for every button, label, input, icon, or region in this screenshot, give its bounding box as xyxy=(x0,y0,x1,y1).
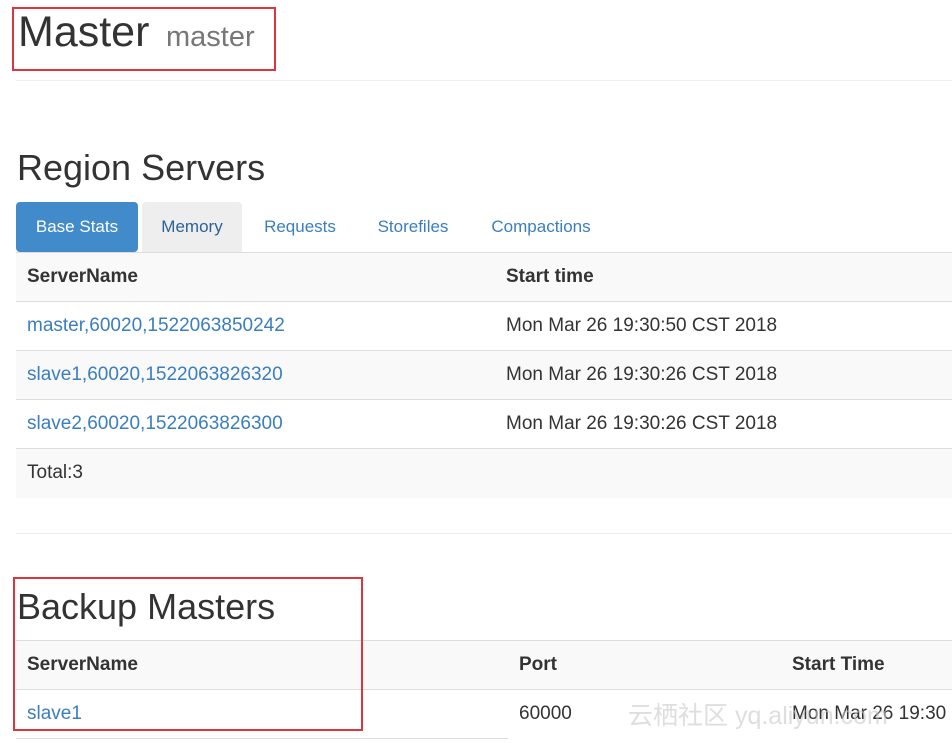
start-time-value: Mon Mar 26 19:30:26 CST 2018 xyxy=(506,364,778,385)
region-servers-heading: Region Servers xyxy=(17,147,266,188)
column-header-start-time: Start time xyxy=(506,266,594,287)
section-divider xyxy=(16,533,952,534)
table-row: master,60020,1522063850242 Mon Mar 26 19… xyxy=(16,301,952,350)
table-total-row: Total:3 xyxy=(16,448,952,498)
table-bottom-border xyxy=(16,738,508,739)
total-count: Total:3 xyxy=(27,462,83,483)
table-row: slave1,60020,1522063826320 Mon Mar 26 19… xyxy=(16,350,952,399)
tab-compactions[interactable]: Compactions xyxy=(474,202,608,252)
tab-storefiles[interactable]: Storefiles xyxy=(362,202,464,252)
column-header-start-time: Start Time xyxy=(792,654,885,675)
region-servers-table: ServerName Start time master,60020,15220… xyxy=(16,252,952,498)
start-time-value: Mon Mar 26 19:30 xyxy=(792,703,947,724)
table-row: slave2,60020,1522063826300 Mon Mar 26 19… xyxy=(16,399,952,448)
hbase-master-status-page: Master master Region Servers Base Stats … xyxy=(0,0,952,743)
tab-requests[interactable]: Requests xyxy=(246,202,354,252)
region-servers-tabs: Base Stats Memory Requests Storefiles Co… xyxy=(16,202,952,252)
column-header-servername: ServerName xyxy=(27,266,138,287)
tab-memory[interactable]: Memory xyxy=(142,202,242,252)
column-header-port: Port xyxy=(519,654,557,675)
table-header-row: ServerName Start time xyxy=(16,252,952,301)
highlight-box-backup-masters xyxy=(13,577,363,731)
highlight-box-header xyxy=(12,7,276,71)
port-value: 60000 xyxy=(519,703,572,724)
server-link[interactable]: master,60020,1522063850242 xyxy=(27,302,285,350)
start-time-value: Mon Mar 26 19:30:50 CST 2018 xyxy=(506,315,778,336)
server-link[interactable]: slave2,60020,1522063826300 xyxy=(27,400,283,448)
start-time-value: Mon Mar 26 19:30:26 CST 2018 xyxy=(506,413,778,434)
tab-base-stats[interactable]: Base Stats xyxy=(16,202,138,252)
server-link[interactable]: slave1,60020,1522063826320 xyxy=(27,351,283,399)
